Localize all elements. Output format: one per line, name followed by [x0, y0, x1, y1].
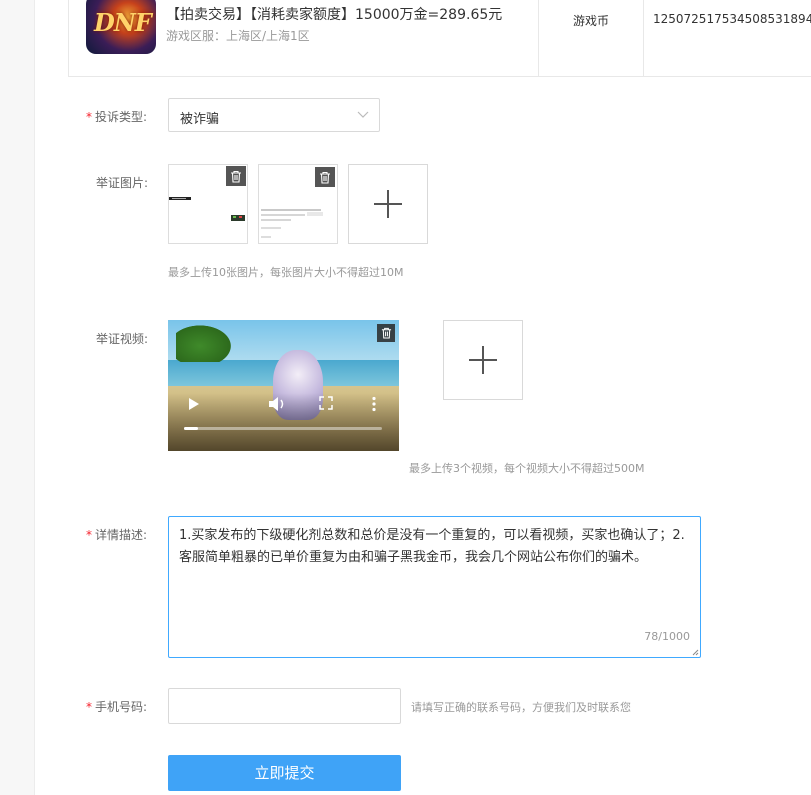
complaint-type-select[interactable]: 被诈骗 [168, 98, 380, 132]
volume-icon[interactable] [268, 396, 288, 412]
column-divider [538, 0, 539, 76]
evidence-image-thumb[interactable] [258, 164, 338, 244]
complaint-type-value: 被诈骗 [180, 112, 220, 127]
delete-image-button[interactable] [226, 166, 246, 186]
trash-icon [320, 171, 330, 184]
game-logo-icon: DNF [86, 0, 156, 54]
more-options-icon[interactable] [371, 396, 377, 412]
order-number: 125072517534508531894764 [653, 12, 811, 26]
required-mark: * [86, 528, 92, 542]
submit-button[interactable]: 立即提交 [168, 755, 401, 791]
phone-label: * 手机号码: [86, 700, 148, 714]
delete-image-button[interactable] [315, 167, 335, 187]
required-mark: * [86, 110, 92, 124]
video-hint: 最多上传3个视频，每个视频大小不得超过500M [409, 462, 645, 475]
plus-icon [374, 190, 402, 218]
video-frame [176, 322, 236, 362]
fullscreen-icon[interactable] [319, 396, 333, 410]
trash-icon [231, 170, 241, 183]
description-label: * 详情描述: [86, 528, 148, 542]
video-progress-played [184, 427, 198, 430]
trade-type: 游戏币 [573, 14, 610, 28]
add-video-button[interactable] [443, 320, 523, 400]
left-panel-edge [0, 0, 35, 795]
delete-video-button[interactable] [377, 324, 395, 342]
description-textarea[interactable]: 1.买家发布的下级硬化剂总数和总价是没有一个重复的，可以看视频，买家也确认了；2… [168, 516, 701, 658]
required-mark: * [86, 700, 92, 714]
description-char-counter: 78/1000 [644, 630, 690, 643]
play-icon[interactable] [186, 396, 202, 412]
description-text: 1.买家发布的下级硬化剂总数和总价是没有一个重复的，可以看视频，买家也确认了；2… [179, 528, 685, 565]
plus-icon [469, 346, 497, 374]
column-divider [643, 0, 644, 76]
video-label: 举证视频: [96, 332, 149, 346]
resize-handle-icon[interactable] [691, 648, 699, 656]
images-hint: 最多上传10张图片，每张图片大小不得超过10M [168, 266, 404, 279]
product-title[interactable]: 【拍卖交易】【消耗卖家额度】15000万金=289.65元 [166, 4, 502, 24]
evidence-image-thumb[interactable] [168, 164, 248, 244]
images-label: 举证图片: [96, 176, 149, 190]
add-image-button[interactable] [348, 164, 428, 244]
trash-icon [381, 327, 391, 339]
product-server: 游戏区服：上海区/上海1区 [166, 29, 310, 43]
chevron-down-icon [357, 111, 369, 118]
evidence-video-player[interactable] [168, 320, 399, 451]
phone-input[interactable] [168, 688, 401, 724]
video-progress-bar[interactable] [184, 427, 382, 430]
complaint-type-label: * 投诉类型: [86, 110, 148, 124]
phone-hint: 请填写正确的联系号码，方便我们及时联系您 [411, 701, 631, 714]
